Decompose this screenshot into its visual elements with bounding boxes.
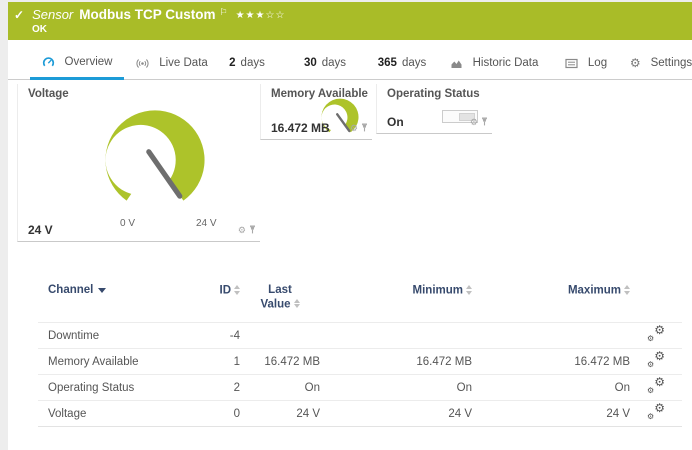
gear-icon[interactable]: ⚙: [350, 124, 358, 133]
channel-id: 0: [188, 401, 240, 427]
chart-icon: [450, 58, 463, 69]
tab-log[interactable]: Log: [558, 46, 614, 80]
tab-label: Live Data: [159, 57, 208, 69]
tab-label: 30: [304, 57, 317, 69]
channel-settings-gears-icon[interactable]: ⚙⚙: [647, 378, 665, 394]
live-data-icon: [136, 58, 149, 69]
tab-label: Overview: [65, 56, 113, 68]
status-ok-check-icon: ✓: [14, 8, 24, 22]
channel-last-value: 16.472 MB: [240, 349, 320, 375]
tab-overview[interactable]: Overview: [30, 46, 124, 80]
gear-icon[interactable]: ⚙: [238, 226, 246, 235]
channel-id: -4: [188, 323, 240, 349]
table-row: Downtime -4 ⚙⚙: [38, 323, 682, 349]
channel-value: On: [387, 115, 404, 129]
channel-last-value: 24 V: [240, 401, 320, 427]
panel-operating-status: Operating Status On ⚙: [376, 84, 492, 134]
tab-bar: Overview Live Data 2 days 30 days 365 da…: [8, 40, 692, 80]
flag-icon[interactable]: ⚐: [220, 7, 228, 18]
channel-name[interactable]: Downtime: [38, 323, 188, 349]
tab-30-days[interactable]: 30 days: [296, 46, 354, 80]
voltage-gauge: [80, 96, 230, 224]
channel-settings-gears-icon[interactable]: ⚙⚙: [647, 326, 665, 342]
gauge-icon: [42, 56, 55, 68]
table-row: Voltage 0 24 V 24 V 24 V ⚙⚙: [38, 401, 682, 427]
priority-stars[interactable]: ★★★☆☆: [236, 10, 286, 21]
channel-minimum: [320, 323, 472, 349]
channel-maximum: On: [472, 375, 630, 401]
tab-365-days[interactable]: 365 days: [370, 46, 434, 80]
panel-title: Operating Status: [387, 88, 480, 100]
tab-label: Log: [588, 57, 607, 69]
gear-icon[interactable]: ⚙: [470, 118, 478, 127]
sensor-title: Modbus TCP Custom: [79, 7, 215, 22]
gauge-min-label: 0 V: [120, 218, 135, 229]
sort-desc-icon: [98, 288, 106, 293]
sensor-status-text: OK: [32, 24, 47, 35]
sensor-status-header: ✓ Sensor Modbus TCP Custom ⚐ ★★★☆☆ OK: [8, 2, 692, 40]
channel-id: 1: [188, 349, 240, 375]
sort-icon: [624, 285, 630, 295]
panel-voltage: Voltage 0 V 24 V 24 V ⚙: [17, 84, 260, 242]
channel-minimum: 16.472 MB: [320, 349, 472, 375]
tab-label: Historic Data: [473, 57, 539, 69]
panel-title: Voltage: [28, 88, 69, 100]
channel-value: 24 V: [28, 223, 53, 237]
channel-settings-gears-icon[interactable]: ⚙⚙: [647, 352, 665, 368]
channel-maximum: 24 V: [472, 401, 630, 427]
panel-memory-available: Memory Available 16.472 MB ⚙: [260, 84, 372, 140]
tab-live-data[interactable]: Live Data: [130, 46, 214, 80]
log-icon: [565, 58, 578, 69]
tab-settings[interactable]: ⚙ Settings: [630, 46, 692, 80]
channel-settings-gears-icon[interactable]: ⚙⚙: [647, 404, 665, 420]
sort-icon: [234, 285, 240, 295]
tab-2-days[interactable]: 2 days: [220, 46, 274, 80]
channel-table: Channel ID Last Value Minimum Maximum: [38, 278, 682, 427]
table-row: Operating Status 2 On On On ⚙⚙: [38, 375, 682, 401]
channel-last-value: [240, 323, 320, 349]
column-header-id[interactable]: ID: [188, 278, 240, 323]
channel-name[interactable]: Memory Available: [38, 349, 188, 375]
table-row: Memory Available 1 16.472 MB 16.472 MB 1…: [38, 349, 682, 375]
tab-label: 365: [378, 57, 397, 69]
sort-icon: [294, 299, 300, 309]
channel-maximum: [472, 323, 630, 349]
column-header-maximum[interactable]: Maximum: [472, 278, 630, 323]
tab-label: 2: [229, 57, 235, 69]
channel-minimum: On: [320, 375, 472, 401]
pin-icon[interactable]: [481, 113, 488, 131]
tab-historic-data[interactable]: Historic Data: [446, 46, 542, 80]
channel-name[interactable]: Voltage: [38, 401, 188, 427]
channel-minimum: 24 V: [320, 401, 472, 427]
tab-label: days: [322, 57, 346, 69]
object-type-label: Sensor: [32, 7, 73, 22]
channel-value: 16.472 MB: [271, 121, 330, 135]
pin-icon[interactable]: [249, 221, 256, 239]
column-header-minimum[interactable]: Minimum: [320, 278, 472, 323]
gauge-max-label: 24 V: [196, 218, 217, 229]
sensor-page: ✓ Sensor Modbus TCP Custom ⚐ ★★★☆☆ OK Ov…: [8, 2, 692, 450]
pin-icon[interactable]: [361, 119, 368, 137]
channel-maximum: 16.472 MB: [472, 349, 630, 375]
column-header-channel[interactable]: Channel: [38, 278, 188, 323]
sort-icon: [466, 285, 472, 295]
table-header-row: Channel ID Last Value Minimum Maximum: [38, 278, 682, 323]
channel-name[interactable]: Operating Status: [38, 375, 188, 401]
channel-id: 2: [188, 375, 240, 401]
gear-icon: ⚙: [630, 57, 641, 69]
column-header-last-value[interactable]: Last Value: [240, 278, 320, 323]
tab-label: days: [402, 57, 426, 69]
tab-label: days: [241, 57, 265, 69]
channel-last-value: On: [240, 375, 320, 401]
tab-label: Settings: [651, 57, 692, 69]
